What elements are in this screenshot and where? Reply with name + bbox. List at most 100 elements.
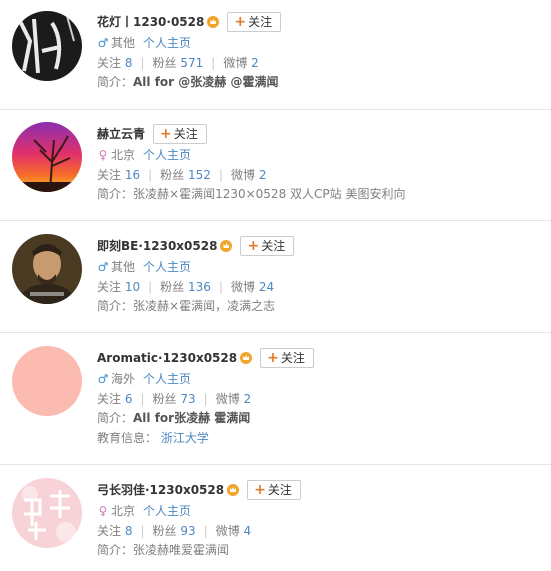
following-label: 关注 — [97, 392, 122, 406]
intro-label: 简介： — [97, 543, 134, 557]
weibo-label: 微博 — [230, 280, 255, 294]
location: 其他 — [111, 36, 136, 50]
weibo-label: 微博 — [215, 524, 240, 538]
follow-label: 关注 — [261, 239, 286, 253]
vip-crown-icon — [240, 352, 253, 364]
follow-button[interactable]: + 关注 — [247, 480, 301, 500]
avatar[interactable] — [12, 234, 82, 304]
fans-count[interactable]: 93 — [180, 524, 195, 538]
plus-icon: + — [160, 126, 172, 142]
plus-icon: + — [234, 14, 247, 30]
intro-text: All for @张凌赫 @霍满闻 — [133, 75, 279, 89]
weibo-count[interactable]: 2 — [259, 168, 267, 182]
weibo-count[interactable]: 24 — [259, 280, 274, 294]
fans-label: 粉丝 — [160, 168, 185, 182]
divider: | — [140, 524, 145, 538]
intro-label: 简介： — [97, 187, 134, 201]
avatar[interactable] — [12, 478, 82, 548]
fans-label: 粉丝 — [152, 524, 177, 538]
divider: | — [211, 56, 216, 70]
divider: | — [140, 392, 145, 406]
avatar[interactable] — [12, 346, 82, 416]
user-card: 即刻BE·1230x0528 + 关注 ♂ 其他 个人主页 关注 10 | 粉丝 136 | 微… — [0, 221, 551, 333]
user-card: 赫立云青 + 关注 ♀ 北京 个人主页 关注 16 | 粉丝 152 | 微博 2 简介：张凌赫… — [0, 110, 551, 221]
divider: | — [148, 168, 153, 182]
follow-label: 关注 — [248, 15, 273, 29]
homepage-link[interactable]: 个人主页 — [143, 372, 191, 386]
weibo-label: 微博 — [230, 168, 255, 182]
fans-count[interactable]: 136 — [188, 280, 211, 294]
female-icon: ♀ — [98, 148, 108, 162]
plus-icon: + — [247, 238, 260, 254]
user-name[interactable]: 花灯丨1230·0528 — [97, 14, 204, 30]
vip-crown-icon — [220, 240, 233, 252]
weibo-count[interactable]: 2 — [244, 392, 252, 406]
intro-label: 简介： — [97, 299, 134, 313]
follow-label: 关注 — [267, 483, 292, 497]
user-name[interactable]: 弓长羽佳·1230x0528 — [97, 482, 224, 498]
plus-icon: + — [267, 350, 279, 366]
edu-link[interactable]: 浙江大学 — [161, 431, 209, 445]
fans-count[interactable]: 571 — [180, 56, 203, 70]
intro-text: 张凌赫×霍满闻，凌满之志 — [133, 299, 276, 313]
divider: | — [218, 280, 223, 294]
follow-button[interactable]: + 关注 — [260, 348, 314, 368]
intro-label: 简介： — [97, 411, 134, 425]
fans-label: 粉丝 — [152, 56, 177, 70]
fans-count[interactable]: 73 — [180, 392, 195, 406]
fans-label: 粉丝 — [152, 392, 177, 406]
location: 北京 — [111, 504, 136, 518]
following-count[interactable]: 6 — [125, 392, 133, 406]
intro-label: 简介： — [97, 75, 134, 89]
user-card: 弓长羽佳·1230x0528 + 关注 ♀ 北京 个人主页 关注 8 | 粉丝 93 | 微博 … — [0, 465, 551, 571]
location: 北京 — [111, 148, 136, 162]
male-icon: ♂ — [97, 36, 109, 50]
user-name[interactable]: Aromatic·1230x0528 — [97, 350, 237, 366]
vip-crown-icon — [207, 16, 220, 28]
vip-crown-icon — [227, 484, 240, 496]
intro-text: All for张凌赫 霍满闻 — [133, 411, 251, 425]
fans-label: 粉丝 — [160, 280, 185, 294]
user-name[interactable]: 赫立云青 — [97, 126, 145, 142]
follow-button[interactable]: + 关注 — [153, 124, 207, 144]
male-icon: ♂ — [97, 260, 109, 274]
weibo-label: 微博 — [215, 392, 240, 406]
divider: | — [203, 392, 208, 406]
divider: | — [203, 524, 208, 538]
divider: | — [140, 56, 145, 70]
homepage-link[interactable]: 个人主页 — [143, 260, 191, 274]
intro-text: 张凌赫唯爱霍满闻 — [133, 543, 230, 557]
follow-button[interactable]: + 关注 — [227, 12, 282, 32]
following-count[interactable]: 16 — [125, 168, 140, 182]
homepage-link[interactable]: 个人主页 — [143, 504, 191, 518]
divider: | — [218, 168, 223, 182]
following-label: 关注 — [97, 168, 122, 182]
user-card: 花灯丨1230·0528 + 关注 ♂ 其他 个人主页 关注 8 | 粉丝 571 | 微博 2… — [0, 0, 551, 110]
avatar[interactable] — [12, 11, 82, 81]
edu-label: 教育信息： — [97, 431, 158, 445]
following-label: 关注 — [97, 280, 122, 294]
user-name[interactable]: 即刻BE·1230x0528 — [97, 238, 217, 254]
intro-text: 张凌赫×霍满闻1230×0528 双人CP站 美图安利向 — [133, 187, 406, 201]
following-count[interactable]: 10 — [125, 280, 140, 294]
weibo-label: 微博 — [223, 56, 248, 70]
following-label: 关注 — [97, 56, 122, 70]
avatar[interactable] — [12, 122, 82, 192]
female-icon: ♀ — [98, 504, 108, 518]
follow-label: 关注 — [173, 127, 198, 141]
location: 海外 — [111, 372, 136, 386]
plus-icon: + — [254, 482, 266, 498]
homepage-link[interactable]: 个人主页 — [143, 148, 191, 162]
divider: | — [148, 280, 153, 294]
homepage-link[interactable]: 个人主页 — [143, 36, 191, 50]
following-count[interactable]: 8 — [125, 524, 133, 538]
weibo-count[interactable]: 2 — [251, 56, 259, 70]
follow-button[interactable]: + 关注 — [240, 236, 295, 256]
weibo-count[interactable]: 4 — [244, 524, 252, 538]
location: 其他 — [111, 260, 136, 274]
user-card: Aromatic·1230x0528 + 关注 ♂ 海外 个人主页 关注 6 | 粉丝 73… — [0, 333, 551, 465]
following-label: 关注 — [97, 524, 122, 538]
following-count[interactable]: 8 — [125, 56, 133, 70]
fans-count[interactable]: 152 — [188, 168, 211, 182]
follow-label: 关注 — [280, 351, 305, 365]
